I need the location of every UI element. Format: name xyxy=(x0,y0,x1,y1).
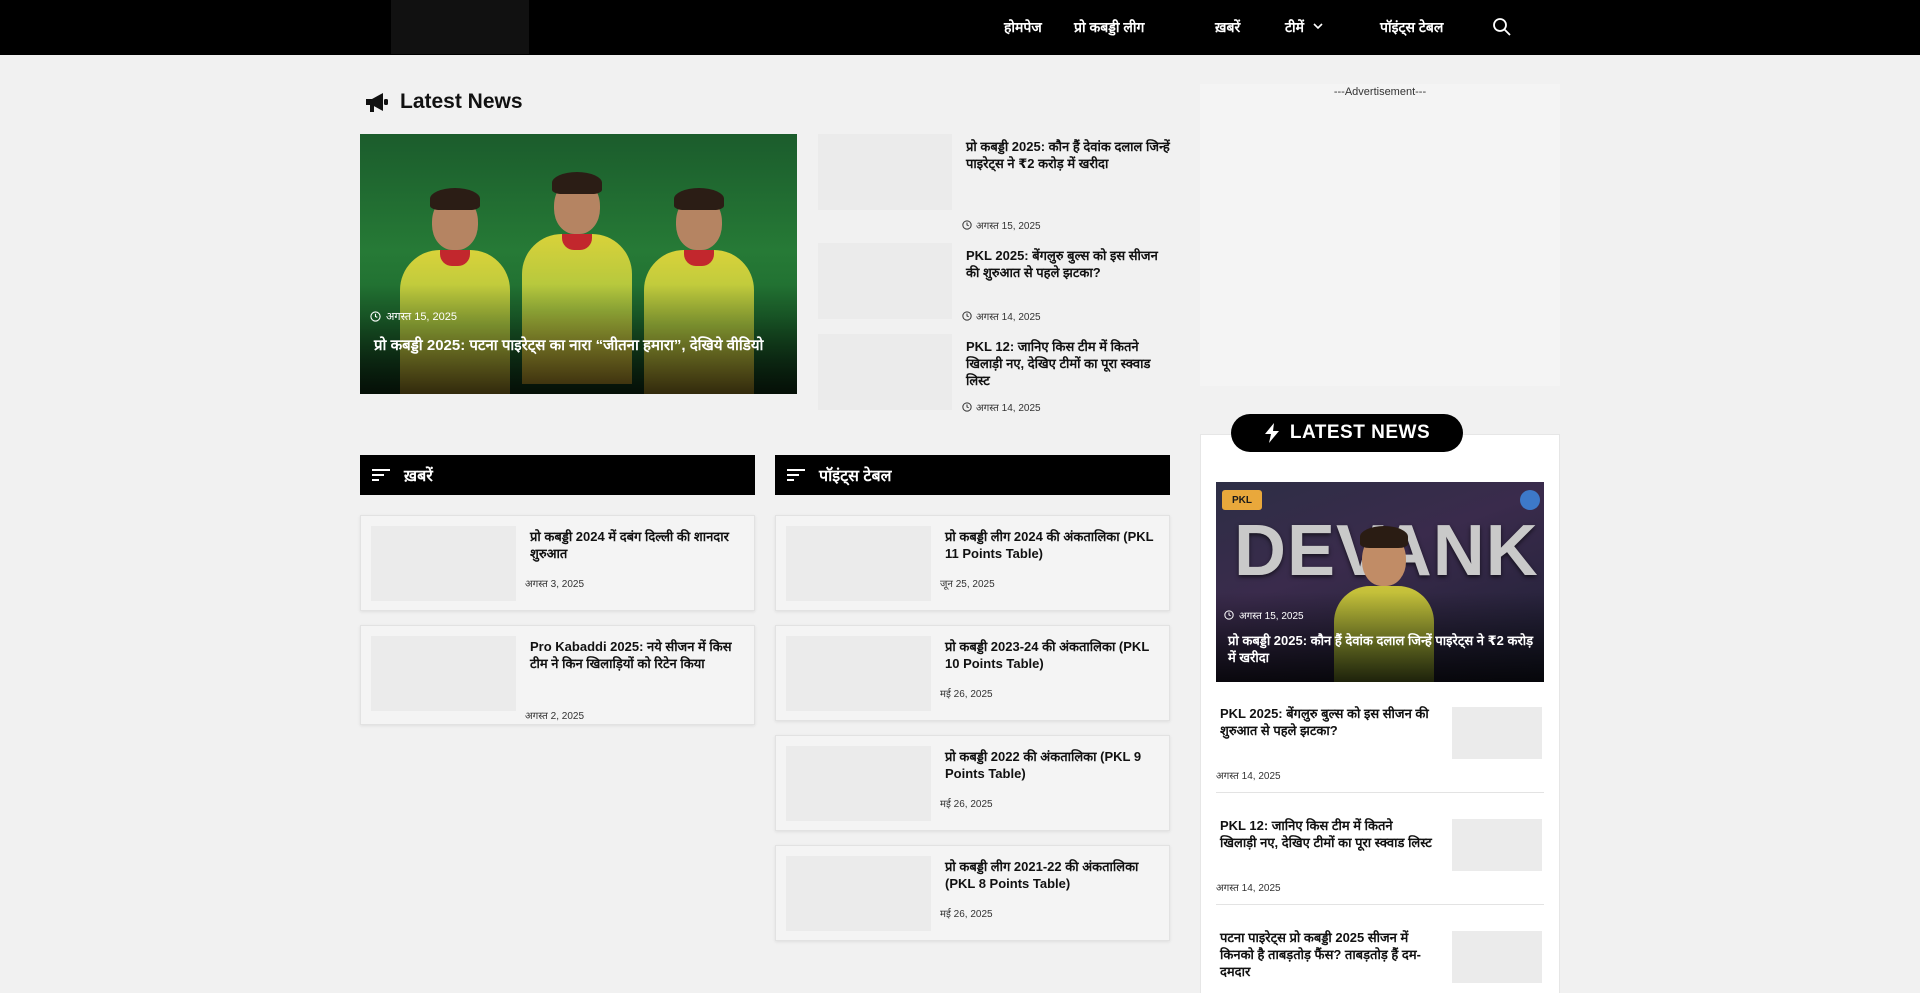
main-nav: होमपेज प्रो कबड्डी लीग ख़बरें टीमें पॉइं… xyxy=(0,0,1920,55)
article-title[interactable]: प्रो कबड्डी 2024 में दबंग दिल्ली की शानद… xyxy=(530,528,744,562)
article-title[interactable]: PKL 2025: बेंगलुरु बुल्स को इस सीजन की श… xyxy=(1220,705,1432,739)
clock-icon xyxy=(962,402,972,412)
sort-lines-icon xyxy=(372,468,390,482)
article-thumbnail[interactable] xyxy=(371,636,516,711)
nav-item-teams[interactable]: टीमें xyxy=(1285,18,1324,37)
article-thumbnail[interactable] xyxy=(818,134,952,210)
article-date: जून 25, 2025 xyxy=(940,579,995,590)
article-title[interactable]: PKL 2025: बेंगलुरु बुल्स को इस सीजन की श… xyxy=(966,247,1170,281)
advertisement-slot[interactable]: ---Advertisement--- xyxy=(1200,84,1560,386)
clock-icon xyxy=(1224,610,1234,620)
featured-article[interactable]: अगस्त 15, 2025 प्रो कबड्डी 2025: पटना पा… xyxy=(360,134,797,394)
featured-title[interactable]: प्रो कबड्डी 2025: पटना पाइरेट्स का नारा … xyxy=(374,336,784,356)
sidebar-featured-article[interactable]: DEVANK PKL अगस्त 15, 2025 प्रो कबड्डी 20… xyxy=(1216,482,1544,682)
list-item[interactable]: PKL 12: जानिए किस टीम में कितने खिलाड़ी … xyxy=(818,334,1170,414)
advertisement-label: ---Advertisement--- xyxy=(1333,86,1427,98)
lightning-icon xyxy=(1264,423,1280,443)
clock-icon xyxy=(962,220,972,230)
sidebar-latest-news-title: LATEST NEWS xyxy=(1289,422,1431,443)
list-item[interactable]: प्रो कबड्डी 2023-24 की अंकतालिका (PKL 10… xyxy=(775,625,1170,721)
list-item[interactable]: PKL 2025: बेंगलुरु बुल्स को इस सीजन की श… xyxy=(818,243,1170,323)
nav-item-home[interactable]: होमपेज xyxy=(1004,18,1042,37)
article-date: अगस्त 15, 2025 xyxy=(962,218,1041,232)
nav-item-news[interactable]: ख़बरें xyxy=(1215,18,1240,37)
category-title: पॉइंट्स टेबल xyxy=(819,468,892,485)
divider xyxy=(1216,792,1544,793)
article-title[interactable]: प्रो कबड्डी 2023-24 की अंकतालिका (PKL 10… xyxy=(945,638,1159,672)
list-item[interactable]: प्रो कबड्डी 2022 की अंकतालिका (PKL 9 Poi… xyxy=(775,735,1170,831)
article-thumbnail[interactable] xyxy=(786,856,931,931)
article-thumbnail[interactable] xyxy=(786,746,931,821)
article-date: अगस्त 14, 2025 xyxy=(1216,771,1281,782)
team-badge-icon xyxy=(1520,490,1540,510)
chevron-down-icon xyxy=(1312,20,1324,32)
article-date: अगस्त 14, 2025 xyxy=(962,309,1041,323)
article-date: मई 26, 2025 xyxy=(940,909,993,920)
article-title[interactable]: प्रो कबड्डी 2022 की अंकतालिका (PKL 9 Poi… xyxy=(945,748,1159,782)
article-title[interactable]: प्रो कबड्डी लीग 2021-22 की अंकतालिका (PK… xyxy=(945,858,1159,892)
sort-lines-icon xyxy=(787,468,805,482)
article-thumbnail[interactable] xyxy=(786,636,931,711)
article-title[interactable]: प्रो कबड्डी लीग 2024 की अंकतालिका (PKL 1… xyxy=(945,528,1159,562)
list-item[interactable]: पटना पाइरेट्स प्रो कबड्डी 2025 सीजन में … xyxy=(1216,929,1544,993)
article-thumbnail[interactable] xyxy=(371,526,516,601)
category-header-points-table[interactable]: पॉइंट्स टेबल xyxy=(775,455,1170,495)
article-thumbnail[interactable] xyxy=(818,334,952,410)
search-icon[interactable] xyxy=(1492,17,1512,37)
article-date: मई 26, 2025 xyxy=(940,799,993,810)
article-title[interactable]: PKL 12: जानिए किस टीम में कितने खिलाड़ी … xyxy=(1220,817,1432,851)
sidebar-featured-date: अगस्त 15, 2025 xyxy=(1224,608,1304,622)
list-item[interactable]: PKL 2025: बेंगलुरु बुल्स को इस सीजन की श… xyxy=(1216,705,1544,805)
divider xyxy=(1216,904,1544,905)
list-item[interactable]: प्रो कबड्डी लीग 2024 की अंकतालिका (PKL 1… xyxy=(775,515,1170,611)
article-thumbnail[interactable] xyxy=(1452,931,1542,983)
article-title[interactable]: प्रो कबड्डी 2025: कौन हैं देवांक दलाल जि… xyxy=(966,138,1170,172)
article-title[interactable]: PKL 12: जानिए किस टीम में कितने खिलाड़ी … xyxy=(966,338,1170,389)
nav-item-pkl[interactable]: प्रो कबड्डी लीग xyxy=(1074,18,1144,37)
article-title[interactable]: Pro Kabaddi 2025: नये सीजन में किस टीम न… xyxy=(530,638,744,672)
article-date: अगस्त 2, 2025 xyxy=(525,711,585,722)
list-item[interactable]: प्रो कबड्डी लीग 2021-22 की अंकतालिका (PK… xyxy=(775,845,1170,941)
featured-date: अगस्त 15, 2025 xyxy=(370,309,457,324)
nav-item-points-table[interactable]: पॉइंट्स टेबल xyxy=(1380,18,1443,37)
article-thumbnail[interactable] xyxy=(1452,819,1542,871)
article-date: अगस्त 14, 2025 xyxy=(962,400,1041,414)
clock-icon xyxy=(962,311,972,321)
article-thumbnail[interactable] xyxy=(818,243,952,319)
article-title[interactable]: पटना पाइरेट्स प्रो कबड्डी 2025 सीजन में … xyxy=(1220,929,1432,980)
latest-news-title: Latest News xyxy=(400,90,523,113)
sidebar-latest-news-pill: LATEST NEWS xyxy=(1231,414,1463,452)
list-item[interactable]: प्रो कबड्डी 2024 में दबंग दिल्ली की शानद… xyxy=(360,515,755,611)
sidebar-featured-title[interactable]: प्रो कबड्डी 2025: कौन हैं देवांक दलाल जि… xyxy=(1228,632,1538,666)
article-thumbnail[interactable] xyxy=(786,526,931,601)
site-header: होमपेज प्रो कबड्डी लीग ख़बरें टीमें पॉइं… xyxy=(0,0,1920,55)
article-date: अगस्त 14, 2025 xyxy=(1216,883,1281,894)
list-item[interactable]: Pro Kabaddi 2025: नये सीजन में किस टीम न… xyxy=(360,625,755,725)
list-item[interactable]: PKL 12: जानिए किस टीम में कितने खिलाड़ी … xyxy=(1216,817,1544,917)
pkl-logo: PKL xyxy=(1222,490,1262,510)
category-title: ख़बरें xyxy=(404,468,433,485)
clock-icon xyxy=(370,311,381,322)
article-date: अगस्त 3, 2025 xyxy=(525,579,585,590)
list-item[interactable]: प्रो कबड्डी 2025: कौन हैं देवांक दलाल जि… xyxy=(818,134,1170,234)
article-date: मई 26, 2025 xyxy=(940,689,993,700)
category-header-news[interactable]: ख़बरें xyxy=(360,455,755,495)
latest-news-heading: Latest News xyxy=(364,90,523,114)
nav-item-teams-label: टीमें xyxy=(1285,19,1305,35)
megaphone-icon xyxy=(364,91,390,113)
article-thumbnail[interactable] xyxy=(1452,707,1542,759)
